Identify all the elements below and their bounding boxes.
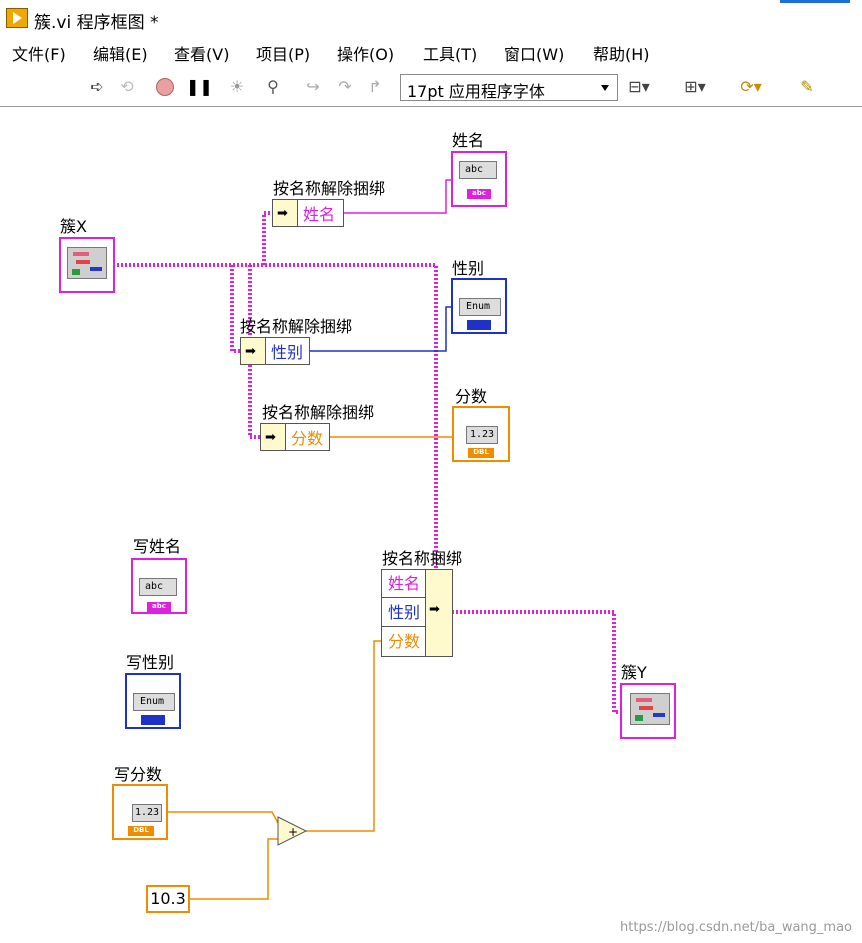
- sum-wire: [306, 640, 382, 832]
- constant-wire: [188, 838, 278, 900]
- ind-sex-indicator[interactable]: Enum: [451, 278, 507, 334]
- ctrl-score-footer: DBL: [128, 826, 154, 836]
- ctrl-name-label: 写姓名: [133, 537, 182, 556]
- ind-score-footer: DBL: [468, 448, 494, 458]
- block-diagram[interactable]: + 簇X 按名称解除捆绑 ➡ 姓名 姓名 abc abc 按名称解除捆绑 ➡ 性…: [0, 107, 862, 943]
- ctrl-score-label: 写分数: [114, 765, 163, 784]
- unbundle-arrow-icon: ➡: [273, 200, 298, 226]
- numeric-constant[interactable]: 10.3: [146, 885, 190, 913]
- distribute-objects-icon[interactable]: ⊞▾: [684, 78, 706, 96]
- cluster-x-icon: [67, 247, 107, 279]
- chevron-down-icon: [601, 85, 609, 91]
- add-symbol: +: [288, 825, 298, 839]
- bundle-label: 按名称捆绑: [382, 549, 463, 568]
- ind-name-label: 姓名: [452, 131, 485, 150]
- run-continuous-icon[interactable]: ⟲: [116, 78, 138, 96]
- ind-name-indicator[interactable]: abc abc: [451, 151, 507, 207]
- unbundle-sex-field: 性别: [271, 343, 304, 362]
- unbundle-sex-label: 按名称解除捆绑: [240, 317, 353, 336]
- pause-icon[interactable]: ❚❚: [186, 78, 213, 96]
- ctrl-score-control[interactable]: 1.23 DBL: [112, 784, 168, 840]
- font-select-value: 17pt 应用程序字体: [407, 82, 545, 101]
- bundle-arrow-icon: ➡: [425, 570, 452, 656]
- menu-tools[interactable]: 工具(T): [423, 41, 477, 65]
- watermark: https://blog.csdn.net/ba_wang_mao: [620, 920, 852, 935]
- cleanup-diagram-icon[interactable]: ✎: [796, 78, 818, 96]
- unbundle-score-node[interactable]: ➡ 分数: [260, 423, 330, 451]
- ctrl-sex-control[interactable]: Enum: [125, 673, 181, 729]
- menu-bar: 文件(F) 编辑(E) 查看(V) 项目(P) 操作(O) 工具(T) 窗口(W…: [0, 36, 862, 66]
- menu-project[interactable]: 项目(P): [256, 41, 310, 65]
- font-select[interactable]: 17pt 应用程序字体: [400, 74, 618, 101]
- ctrl-sex-type: Enum: [140, 696, 165, 707]
- window-title: 簇.vi 程序框图 *: [34, 13, 159, 33]
- abort-icon[interactable]: [154, 78, 176, 96]
- menu-window[interactable]: 窗口(W): [504, 41, 564, 65]
- ind-sex-type: Enum: [466, 301, 491, 312]
- menu-view[interactable]: 查看(V): [174, 41, 229, 65]
- cluster-x-label: 簇X: [60, 217, 87, 236]
- step-into-icon[interactable]: ↪: [302, 78, 324, 96]
- ctrl-sex-footer: [141, 715, 165, 725]
- cluster-wires: [113, 211, 622, 714]
- step-over-icon[interactable]: ↷: [334, 78, 356, 96]
- unbundle-score-label: 按名称解除捆绑: [262, 403, 375, 422]
- unbundle-sex-node[interactable]: ➡ 性别: [240, 337, 310, 365]
- ctrl-name-control[interactable]: abc abc: [131, 558, 187, 614]
- unbundle-arrow-icon: ➡: [261, 424, 286, 450]
- unbundle-arrow-icon: ➡: [241, 338, 266, 364]
- ctrl-score-type: 1.23: [135, 807, 160, 818]
- ctrl-name-footer: abc: [147, 602, 171, 612]
- menu-help[interactable]: 帮助(H): [593, 41, 650, 65]
- ind-name-footer: abc: [467, 189, 491, 199]
- highlight-bulb-icon[interactable]: ☀: [226, 78, 248, 96]
- ind-score-label: 分数: [455, 387, 488, 406]
- ind-score-indicator[interactable]: 1.23 DBL: [452, 406, 510, 462]
- write-score-wire: [166, 811, 279, 824]
- run-arrow-icon[interactable]: ➪: [86, 78, 108, 96]
- bundle-field-sex: 性别: [382, 599, 428, 627]
- step-out-icon[interactable]: ↱: [364, 78, 386, 96]
- cluster-y-wire: [452, 610, 622, 714]
- retain-wire-values-icon[interactable]: ⚲: [262, 78, 284, 96]
- ind-name-type: abc: [465, 164, 484, 175]
- bundle-node[interactable]: 姓名 性别 分数 ➡: [381, 569, 453, 657]
- menu-operate[interactable]: 操作(O): [337, 41, 394, 65]
- unbundle-name-field: 姓名: [303, 205, 336, 224]
- title-bar: 簇.vi 程序框图 *: [0, 0, 862, 36]
- ind-score-type: 1.23: [470, 429, 495, 440]
- window-accent-bar: [780, 0, 850, 3]
- cluster-x-branch-name: [262, 211, 272, 265]
- bundle-field-name: 姓名: [382, 570, 428, 598]
- unbundle-score-field: 分数: [291, 429, 324, 448]
- cluster-y-icon: [630, 693, 670, 725]
- align-objects-icon[interactable]: ⊟▾: [628, 78, 650, 96]
- bundle-field-score: 分数: [388, 632, 421, 651]
- ctrl-sex-label: 写性别: [126, 653, 175, 672]
- cluster-y-label: 簇Y: [621, 663, 647, 682]
- menu-edit[interactable]: 编辑(E): [93, 41, 148, 65]
- ind-sex-footer: [467, 320, 491, 330]
- menu-file[interactable]: 文件(F): [12, 41, 66, 65]
- ctrl-name-type: abc: [145, 581, 164, 592]
- unbundle-name-label: 按名称解除捆绑: [273, 179, 386, 198]
- cluster-x-branch-sex: [230, 265, 240, 353]
- reorder-icon[interactable]: ⟳▾: [740, 78, 762, 96]
- ind-sex-label: 性别: [452, 259, 485, 278]
- cluster-y-indicator[interactable]: [620, 683, 676, 739]
- cluster-x-control[interactable]: [59, 237, 115, 293]
- unbundle-name-node[interactable]: ➡ 姓名: [272, 199, 344, 227]
- labview-logo-icon: [6, 8, 28, 28]
